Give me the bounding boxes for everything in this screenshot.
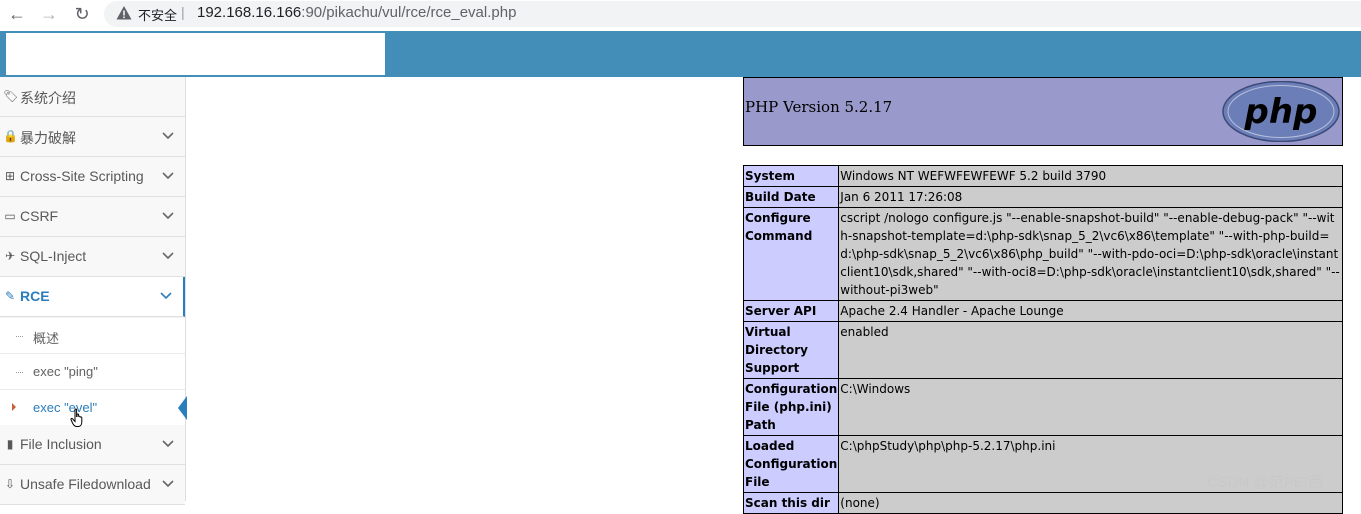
security-status-label[interactable]: 不安全	[138, 5, 177, 24]
phpinfo-value: Apache 2.4 Handler - Apache Lounge	[838, 300, 1343, 322]
table-row: Build Date Jan 6 2011 17:26:08	[742, 186, 1343, 208]
plane-icon: ✈	[4, 249, 16, 263]
tag-icon: 🏷	[3, 89, 19, 103]
warning-icon[interactable]	[116, 5, 132, 21]
sidebar-item-label: 系统介绍	[20, 90, 76, 106]
sitemap-icon: ⊞	[4, 169, 16, 183]
sidebar-item-label: RCE	[20, 288, 50, 304]
phpinfo-value: cscript /nologo configure.js "--enable-s…	[838, 207, 1343, 301]
submenu-dash	[16, 336, 23, 337]
php-version-title: PHP Version 5.2.17	[745, 98, 893, 116]
sidebar-item-label: SQL-Inject	[20, 248, 87, 264]
sidebar-item-file-inclusion[interactable]: ▮ File Inclusion	[0, 425, 185, 465]
reload-button[interactable]: ↻	[71, 3, 93, 25]
url-separator: |	[181, 4, 185, 20]
download-icon: ⇩	[4, 477, 16, 491]
phpinfo-key: Server API	[742, 300, 840, 322]
chevron-down-icon	[162, 212, 174, 220]
active-pointer-icon	[178, 396, 187, 420]
sidebar-item-csrf[interactable]: ▭ CSRF	[0, 197, 185, 237]
php-logo-text: php	[1244, 92, 1318, 132]
sidebar-item-label: Unsafe Filedownload	[20, 476, 151, 492]
phpinfo-key: Configure Command	[742, 207, 840, 301]
phpinfo-value: enabled	[838, 321, 1343, 379]
header-logo-area[interactable]	[6, 33, 385, 75]
forward-button[interactable]: →	[38, 3, 60, 25]
credit-card-icon: ▭	[4, 209, 16, 223]
phpinfo-key: Configuration File (php.ini) Path	[742, 378, 840, 436]
sidebar-item-brute-force[interactable]: 🔒 暴力破解	[0, 117, 185, 157]
back-button[interactable]: ←	[6, 3, 28, 25]
hand-cursor-icon	[70, 408, 83, 427]
chevron-down-icon	[162, 172, 174, 180]
phpinfo-key: Loaded Configuration File	[742, 435, 840, 493]
sidebar-item-label: File Inclusion	[20, 436, 102, 452]
sidebar-subitem-label: exec "ping"	[33, 364, 98, 379]
chevron-down-icon	[162, 480, 174, 488]
sidebar-item-intro[interactable]: 🏷 系统介绍	[0, 77, 185, 117]
phpinfo-value: Jan 6 2011 17:26:08	[838, 186, 1343, 208]
chevron-down-icon	[162, 252, 174, 260]
chevron-down-icon	[162, 132, 174, 140]
url-path: :90/pikachu/vul/rce/rce_eval.php	[301, 4, 517, 21]
table-row: Virtual Directory Support enabled	[742, 321, 1343, 379]
submenu-dash	[16, 372, 23, 373]
url-text[interactable]: 192.168.16.166:90/pikachu/vul/rce/rce_ev…	[197, 4, 516, 21]
sidebar-subitem-overview[interactable]: 概述	[0, 318, 185, 354]
sidebar: 🏷 系统介绍 🔒 暴力破解 ⊞ Cross-Site Scripting ▭ C…	[0, 77, 187, 505]
table-row: Scan this dir (none)	[742, 492, 1343, 514]
php-logo-icon: php	[1222, 81, 1340, 142]
sidebar-item-label: 暴力破解	[20, 130, 76, 146]
phpinfo-value: (none)	[838, 492, 1343, 514]
sidebar-item-unsafe-filedownload[interactable]: ⇩ Unsafe Filedownload	[0, 465, 185, 505]
phpinfo-header: PHP Version 5.2.17 php	[743, 77, 1343, 146]
phpinfo-key: Scan this dir	[742, 492, 840, 514]
chevron-down-icon	[162, 440, 174, 448]
phpinfo-key: Build Date	[742, 186, 840, 208]
caret-right-icon	[12, 403, 16, 411]
csdn-watermark: CSDN @范PEI西	[1207, 474, 1324, 491]
phpinfo-key: Virtual Directory Support	[742, 321, 840, 379]
sidebar-subitem-label: 概述	[33, 331, 60, 346]
pencil-icon: ✎	[4, 289, 16, 303]
table-row: System Windows NT WEFWFEWFEWF 5.2 build …	[742, 165, 1343, 187]
lock-icon: 🔒	[3, 129, 18, 143]
phpinfo-key: System	[742, 165, 840, 187]
sidebar-item-rce[interactable]: ✎ RCE	[0, 277, 185, 317]
phpinfo-table: System Windows NT WEFWFEWFEWF 5.2 build …	[742, 165, 1343, 514]
phpinfo-value: C:\Windows	[838, 378, 1343, 436]
sidebar-item-xss[interactable]: ⊞ Cross-Site Scripting	[0, 157, 185, 197]
table-row: Configure Command cscript /nologo config…	[742, 207, 1343, 301]
table-row: Configuration File (php.ini) Path C:\Win…	[742, 378, 1343, 436]
site-header	[0, 31, 1361, 77]
url-host: 192.168.16.166	[197, 4, 302, 21]
phpinfo-value: Windows NT WEFWFEWFEWF 5.2 build 3790	[838, 165, 1343, 187]
sidebar-item-label: CSRF	[20, 208, 59, 224]
address-bar[interactable]: 不安全 | 192.168.16.166:90/pikachu/vul/rce/…	[104, 1, 1361, 27]
browser-toolbar: ← → ↻ 不安全 | 192.168.16.166:90/pikachu/vu…	[0, 0, 1361, 28]
sidebar-subitem-label: exec "evel"	[33, 400, 98, 415]
sidebar-item-sql-inject[interactable]: ✈ SQL-Inject	[0, 237, 185, 277]
chevron-down-icon	[160, 292, 172, 300]
file-icon: ▮	[6, 437, 14, 451]
table-row: Server API Apache 2.4 Handler - Apache L…	[742, 300, 1343, 322]
sidebar-subitem-exec-ping[interactable]: exec "ping"	[0, 354, 185, 390]
sidebar-subitem-exec-eval[interactable]: exec "evel"	[0, 390, 187, 426]
sidebar-item-label: Cross-Site Scripting	[20, 168, 144, 184]
